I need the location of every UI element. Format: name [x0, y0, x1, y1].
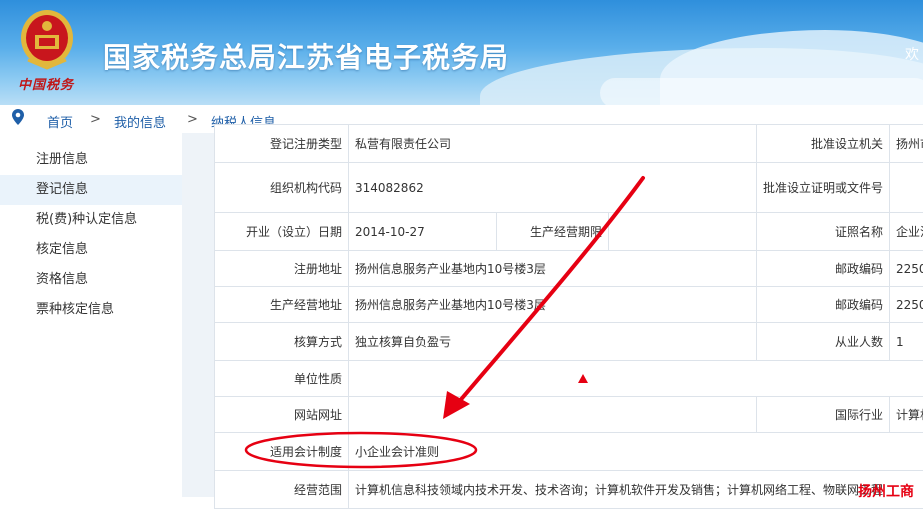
field-label: 核算方式 [215, 323, 349, 361]
field-value: 扬州市 [890, 125, 923, 163]
field-label: 网站网址 [215, 397, 349, 433]
field-label: 邮政编码 [757, 287, 890, 323]
field-value: 22500 [890, 251, 923, 287]
red-triangle-marker [578, 374, 588, 383]
site-title: 国家税务总局江苏省电子税务局 [103, 36, 509, 76]
field-label: 生产经营期限 [497, 213, 609, 251]
field-label: 组织机构代码 [215, 163, 349, 213]
table-row: 经营范围 计算机信息科技领域内技术开发、技术咨询；计算机软件开发及销售；计算机网… [215, 471, 923, 509]
sidebar: 注册信息 登记信息 税(费)种认定信息 核定信息 资格信息 票种核定信息 [0, 133, 182, 497]
field-value: 企业法 [890, 213, 923, 251]
field-value [609, 213, 757, 251]
field-label: 国际行业 [757, 397, 890, 433]
table-row: 登记注册类型 私营有限责任公司 批准设立机关 扬州市 [215, 125, 923, 163]
field-value: 私营有限责任公司 [349, 125, 757, 163]
field-value: 314082862 [349, 163, 757, 213]
field-label: 批准设立证明或文件号 [757, 163, 890, 213]
field-value: 计算机 [890, 397, 923, 433]
field-value: 扬州信息服务产业基地内10号楼3层 [349, 287, 757, 323]
table-row: 单位性质 [215, 361, 923, 397]
sidebar-item-qualification[interactable]: 资格信息 [0, 265, 182, 295]
field-label: 单位性质 [215, 361, 349, 397]
field-value: 扬州信息服务产业基地内10号楼3层 [349, 251, 757, 287]
field-label: 批准设立机关 [757, 125, 890, 163]
field-label: 从业人数 [757, 323, 890, 361]
field-label: 开业（设立）日期 [215, 213, 349, 251]
field-value: 计算机信息科技领域内技术开发、技术咨询；计算机软件开发及销售；计算机网络工程、物… [349, 471, 923, 509]
field-value [349, 361, 923, 397]
sidebar-item-registration[interactable]: 注册信息 [0, 145, 182, 175]
field-label: 经营范围 [215, 471, 349, 509]
field-value: 22500 [890, 287, 923, 323]
watermark: 扬州工商 [858, 481, 914, 501]
breadcrumb-separator: > [90, 112, 101, 127]
taxpayer-info-table: 登记注册类型 私营有限责任公司 批准设立机关 扬州市 组织机构代码 314082… [214, 124, 923, 509]
header-cloud [600, 78, 923, 105]
table-row: 适用会计制度 小企业会计准则 [215, 433, 923, 471]
table-row: 开业（设立）日期 2014-10-27 生产经营期限 证照名称 企业法 [215, 213, 923, 251]
site-header: 中国税务 国家税务总局江苏省电子税务局 欢 [0, 0, 923, 105]
table-row: 生产经营地址 扬州信息服务产业基地内10号楼3层 邮政编码 22500 [215, 287, 923, 323]
field-label: 注册地址 [215, 251, 349, 287]
breadcrumb-separator: > [187, 112, 198, 127]
field-value: 2014-10-27 [349, 213, 497, 251]
field-value: 1 [890, 323, 923, 361]
location-pin-icon [12, 109, 24, 125]
field-label: 适用会计制度 [215, 433, 349, 471]
breadcrumb-home-link[interactable]: 首页 [47, 112, 73, 131]
emblem-text: 中国税务 [18, 74, 82, 93]
field-value [890, 163, 923, 213]
breadcrumb-my-info-link[interactable]: 我的信息 [114, 112, 166, 131]
sidebar-item-invoice-type[interactable]: 票种核定信息 [0, 295, 182, 325]
sidebar-item-tax-type[interactable]: 税(费)种认定信息 [0, 205, 182, 235]
table-row: 注册地址 扬州信息服务产业基地内10号楼3层 邮政编码 22500 [215, 251, 923, 287]
field-label: 生产经营地址 [215, 287, 349, 323]
sidebar-item-register-info[interactable]: 登记信息 [0, 175, 182, 205]
field-label: 登记注册类型 [215, 125, 349, 163]
field-label: 邮政编码 [757, 251, 890, 287]
field-value: 独立核算自负盈亏 [349, 323, 757, 361]
field-value [349, 397, 757, 433]
tax-emblem-icon [18, 8, 76, 70]
content-gutter [182, 133, 214, 497]
welcome-text: 欢 [905, 44, 919, 64]
field-label: 证照名称 [757, 213, 890, 251]
table-row: 核算方式 独立核算自负盈亏 从业人数 1 [215, 323, 923, 361]
field-value: 小企业会计准则 [349, 433, 923, 471]
sidebar-item-verification[interactable]: 核定信息 [0, 235, 182, 265]
table-row: 组织机构代码 314082862 批准设立证明或文件号 [215, 163, 923, 213]
table-row: 网站网址 国际行业 计算机 [215, 397, 923, 433]
